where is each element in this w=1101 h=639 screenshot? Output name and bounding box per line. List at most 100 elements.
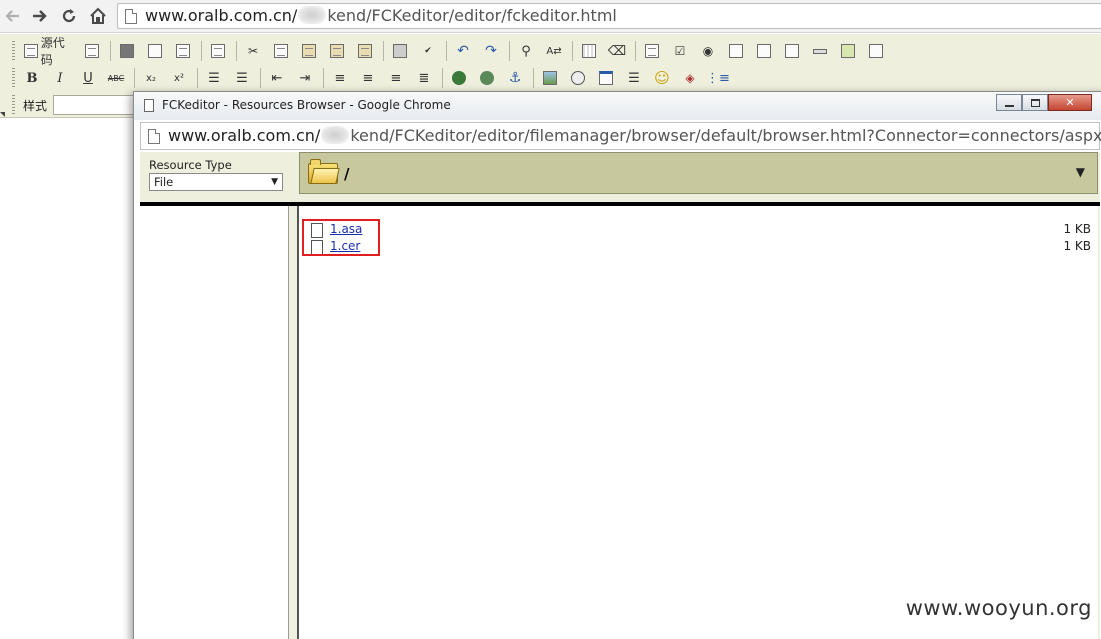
maximize-button[interactable] <box>1022 94 1048 111</box>
resource-type-value: File <box>154 175 174 189</box>
paste-button[interactable] <box>296 39 322 63</box>
bold-button[interactable]: B <box>19 66 45 90</box>
align-center-button[interactable]: ≡ <box>355 66 381 90</box>
paste-word-icon <box>358 44 372 58</box>
file-size: 1 KB <box>1063 239 1091 253</box>
doc-props-icon <box>85 44 99 58</box>
flash-button[interactable] <box>565 66 591 90</box>
hidden-button[interactable] <box>807 39 833 63</box>
scissors-icon: ✂ <box>247 44 259 58</box>
dropdown-arrow-icon: ▼ <box>271 177 278 187</box>
image-button-button[interactable] <box>835 39 861 63</box>
superscript-button[interactable]: x² <box>166 66 192 90</box>
paste-icon <box>302 44 316 58</box>
source-button[interactable]: 源代码 <box>19 36 77 67</box>
minimize-button[interactable] <box>996 94 1022 111</box>
ordered-list-button[interactable]: ☰ <box>201 66 227 90</box>
textarea-button[interactable] <box>751 39 777 63</box>
align-right-icon: ≡ <box>390 70 402 86</box>
find-button[interactable]: ⚲ <box>513 39 539 63</box>
special-char-button[interactable]: ◈ <box>677 66 703 90</box>
forward-button[interactable] <box>28 4 52 28</box>
collapse-toolbar-icon[interactable] <box>0 112 5 117</box>
radio-button[interactable]: ◉ <box>695 39 721 63</box>
separator <box>134 68 135 88</box>
select-all-button[interactable] <box>576 39 602 63</box>
paste-text-button[interactable] <box>324 39 350 63</box>
reload-button[interactable] <box>57 4 81 28</box>
table-icon <box>599 71 613 85</box>
templates-button[interactable] <box>205 39 231 63</box>
superscript-label: x² <box>174 72 184 84</box>
hr-button[interactable]: ☰ <box>621 66 647 90</box>
link-button[interactable] <box>446 66 472 90</box>
toolbar-row-2: B I U ABC x₂ x² ☰ ☰ ⇤ ⇥ ≡ ≡ ≡ ≣ ⚓ ☰ ☺ ◈ … <box>12 65 733 91</box>
undo-button[interactable]: ↶ <box>450 39 476 63</box>
folder-dropdown-arrow-icon[interactable]: ▼ <box>1076 165 1085 179</box>
undo-icon: ↶ <box>457 43 469 59</box>
print-button[interactable] <box>387 39 413 63</box>
close-button[interactable]: ✕ <box>1048 94 1092 111</box>
home-button[interactable] <box>86 4 110 28</box>
current-folder-bar[interactable]: / ▼ <box>299 152 1098 194</box>
style-select[interactable] <box>53 95 136 115</box>
unordered-list-button[interactable]: ☰ <box>229 66 255 90</box>
textfield-button[interactable] <box>723 39 749 63</box>
forward-arrow-icon <box>33 10 47 22</box>
new-page-icon <box>148 44 162 58</box>
redacted-blur <box>298 6 327 24</box>
source-icon <box>24 44 38 58</box>
toolbar-row-3: 样式 <box>12 92 136 118</box>
save-button[interactable] <box>114 39 140 63</box>
hidden-field-icon <box>869 44 883 58</box>
select-field-button[interactable] <box>779 39 805 63</box>
spellcheck-button[interactable]: ✔ <box>415 39 441 63</box>
red-highlight-box <box>302 219 380 256</box>
popup-address-bar[interactable]: www.oralb.com.cn/kend/FCKeditor/editor/f… <box>140 122 1101 150</box>
window-controls: ✕ <box>996 94 1092 111</box>
smiley-button[interactable]: ☺ <box>649 66 675 90</box>
copy-button[interactable] <box>268 39 294 63</box>
align-left-button[interactable]: ≡ <box>327 66 353 90</box>
checkbox-button[interactable]: ☑ <box>667 39 693 63</box>
image-button-icon <box>841 44 855 58</box>
underline-button[interactable]: U <box>75 66 101 90</box>
remove-format-button[interactable]: ⌫ <box>604 39 630 63</box>
hidden-field-button[interactable] <box>863 39 889 63</box>
anchor-button[interactable]: ⚓ <box>502 66 528 90</box>
indent-button[interactable]: ⇥ <box>292 66 318 90</box>
redo-button[interactable]: ↷ <box>478 39 504 63</box>
strike-button[interactable]: ABC <box>103 66 129 90</box>
form-button[interactable] <box>639 39 665 63</box>
separator <box>197 68 198 88</box>
paste-word-button[interactable] <box>352 39 378 63</box>
spellcheck-icon: ✔ <box>424 46 432 56</box>
align-right-button[interactable]: ≡ <box>383 66 409 90</box>
page-break-button[interactable]: ⋮≡ <box>705 66 731 90</box>
separator <box>236 41 237 61</box>
doc-props-button[interactable] <box>79 39 105 63</box>
new-page-button[interactable] <box>142 39 168 63</box>
file-row: 1.asa 1 KB <box>311 222 1091 239</box>
table-button[interactable] <box>593 66 619 90</box>
align-justify-button[interactable]: ≣ <box>411 66 437 90</box>
toolbar-row-1: 源代码 ✂ ✔ ↶ ↷ ⚲ A⇄ ⌫ ☑ ◉ <box>12 36 891 67</box>
preview-button[interactable] <box>170 39 196 63</box>
outdent-button[interactable]: ⇤ <box>264 66 290 90</box>
file-list-pane: 1.asa 1 KB 1.cer 1 KB <box>297 206 1098 639</box>
unlink-button[interactable] <box>474 66 500 90</box>
bold-label: B <box>26 70 38 86</box>
replace-button[interactable]: A⇄ <box>541 39 567 63</box>
resource-type-select[interactable]: File ▼ <box>149 173 283 191</box>
subscript-button[interactable]: x₂ <box>138 66 164 90</box>
image-button[interactable] <box>537 66 563 90</box>
italic-button[interactable]: I <box>47 66 73 90</box>
current-folder-path: / <box>344 165 350 183</box>
address-bar[interactable]: www.oralb.com.cn/kend/FCKeditor/editor/f… <box>117 3 1101 29</box>
cut-button[interactable]: ✂ <box>240 39 266 63</box>
back-button[interactable] <box>0 4 24 28</box>
popup-url-host: www.oralb.com.cn/ <box>168 126 321 145</box>
separator <box>446 41 447 61</box>
globe-link-icon <box>452 71 466 85</box>
toolbar-grip <box>12 68 15 88</box>
